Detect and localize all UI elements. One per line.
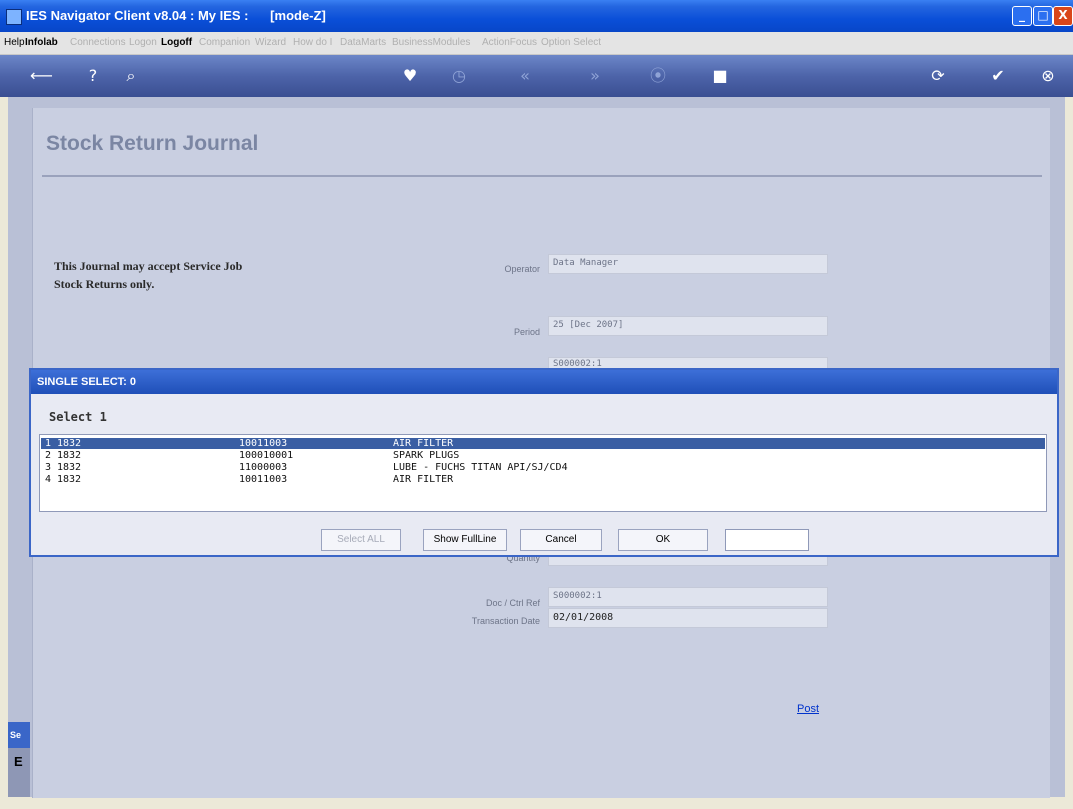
row-col-c: AIR FILTER: [393, 474, 454, 485]
row-col-c: SPARK PLUGS: [393, 450, 460, 461]
row-number: 1: [45, 438, 52, 449]
transaction-date-field[interactable]: 02/01/2008: [548, 608, 828, 628]
close-icon[interactable]: ⊗: [1037, 66, 1059, 86]
menu-business-modules[interactable]: BusinessModules: [392, 37, 470, 48]
window-title: IES Navigator Client v8.04 : My IES : [m…: [26, 8, 326, 23]
row-col-c: AIR FILTER: [393, 438, 454, 449]
row-col-b: 10011003: [239, 474, 288, 485]
row-col-b: 100010001: [239, 450, 294, 461]
row-col-b: 10011003: [239, 438, 288, 449]
clock-icon[interactable]: ◷: [448, 66, 470, 86]
menu-how-do-i[interactable]: How do I: [293, 37, 332, 48]
single-select-dialog: SINGLE SELECT: 0 Select 1 1 1832 1001100…: [29, 368, 1059, 557]
menu-option-select[interactable]: Option Select: [541, 37, 601, 48]
row-number: 2: [45, 450, 52, 461]
side-tab-label[interactable]: Se: [8, 722, 30, 748]
title-divider: [42, 175, 1042, 177]
stop-icon[interactable]: ■: [709, 66, 731, 86]
ok-button[interactable]: OK: [618, 529, 708, 551]
row-col-b: 11000003: [239, 462, 288, 473]
period-field[interactable]: 25 [Dec 2007]: [548, 316, 828, 336]
check-icon[interactable]: ✔: [987, 66, 1009, 86]
row-number: 3: [45, 462, 52, 473]
menu-bar: Help Infolab Connections Logon Logoff Co…: [0, 32, 1073, 55]
menu-connections[interactable]: Connections: [70, 37, 126, 48]
notice-line-2: Stock Returns only.: [54, 277, 155, 291]
row-number: 4: [45, 474, 52, 485]
journal-notice: This Journal may accept Service Job Stoc…: [54, 257, 242, 293]
quantity-field[interactable]: [548, 556, 828, 566]
help-icon[interactable]: ?: [82, 66, 104, 86]
transaction-date-label: Transaction Date: [471, 616, 540, 626]
quantity-label: Quantity: [506, 557, 540, 563]
menu-datamarts[interactable]: DataMarts: [340, 37, 386, 48]
menu-companion[interactable]: Companion: [199, 37, 250, 48]
menu-logon[interactable]: Logon: [129, 37, 157, 48]
record-icon[interactable]: ⦿: [647, 66, 669, 86]
row-col-c: LUBE - FUCHS TITAN API/SJ/CD4: [393, 462, 568, 473]
dialog-title-bar[interactable]: SINGLE SELECT: 0: [31, 370, 1057, 394]
page-title: Stock Return Journal: [46, 132, 259, 155]
row-col-a: 1832: [57, 462, 82, 473]
list-item[interactable]: 3 1832 11000003 LUBE - FUCHS TITAN API/S…: [41, 462, 1045, 473]
period-label: Period: [513, 327, 540, 337]
minimize-button[interactable]: _: [1012, 6, 1032, 26]
operator-field[interactable]: Data Manager: [548, 254, 828, 274]
cancel-button[interactable]: Cancel: [520, 529, 602, 551]
dialog-title: SINGLE SELECT: 0: [37, 376, 137, 388]
row-col-a: 1832: [57, 474, 82, 485]
app-window: IES Navigator Client v8.04 : My IES : [m…: [0, 0, 1073, 809]
row-col-a: 1832: [57, 438, 82, 449]
side-tab-letter: E: [14, 754, 23, 769]
menu-help[interactable]: Help: [4, 37, 25, 48]
app-icon: [6, 9, 22, 25]
menu-logoff[interactable]: Logoff: [161, 37, 192, 48]
menu-infolab[interactable]: Infolab: [25, 37, 58, 48]
doc-ref-field[interactable]: S000002:1: [548, 587, 828, 607]
title-bar[interactable]: IES Navigator Client v8.04 : My IES : [m…: [0, 0, 1073, 32]
refresh-icon[interactable]: ⟳: [927, 66, 949, 86]
list-item[interactable]: 2 1832 100010001 SPARK PLUGS: [41, 450, 1045, 461]
list-item[interactable]: 4 1832 10011003 AIR FILTER: [41, 474, 1045, 485]
maximize-button[interactable]: □: [1033, 6, 1053, 26]
selection-input[interactable]: [725, 529, 809, 551]
post-link[interactable]: Post: [797, 703, 819, 715]
selection-list[interactable]: 1 1832 10011003 AIR FILTER 2 1832 100010…: [39, 434, 1047, 512]
show-full-line-button[interactable]: Show FullLine: [423, 529, 507, 551]
dialog-prompt: Select 1: [49, 410, 107, 424]
close-window-button[interactable]: X: [1053, 6, 1073, 26]
operator-label: Operator: [504, 264, 540, 274]
notice-line-1: This Journal may accept Service Job: [54, 259, 243, 273]
back-icon[interactable]: ⟵: [30, 66, 53, 86]
menu-action-focus[interactable]: ActionFocus: [482, 37, 537, 48]
select-all-button[interactable]: Select ALL: [321, 529, 401, 551]
list-item[interactable]: 1 1832 10011003 AIR FILTER: [41, 438, 1045, 449]
heart-icon[interactable]: ♥: [399, 66, 421, 86]
forward-icon[interactable]: »: [584, 66, 606, 86]
doc-ref-label: Doc / Ctrl Ref: [485, 598, 540, 608]
row-col-a: 1832: [57, 450, 82, 461]
search-icon[interactable]: ⌕: [120, 66, 142, 86]
rewind-icon[interactable]: «: [514, 66, 536, 86]
menu-wizard[interactable]: Wizard: [255, 37, 286, 48]
toolbar: ⟵ ? ⌕ ♥ ◷ « » ⦿ ■ ⟳ ✔ ⊗: [0, 55, 1073, 97]
